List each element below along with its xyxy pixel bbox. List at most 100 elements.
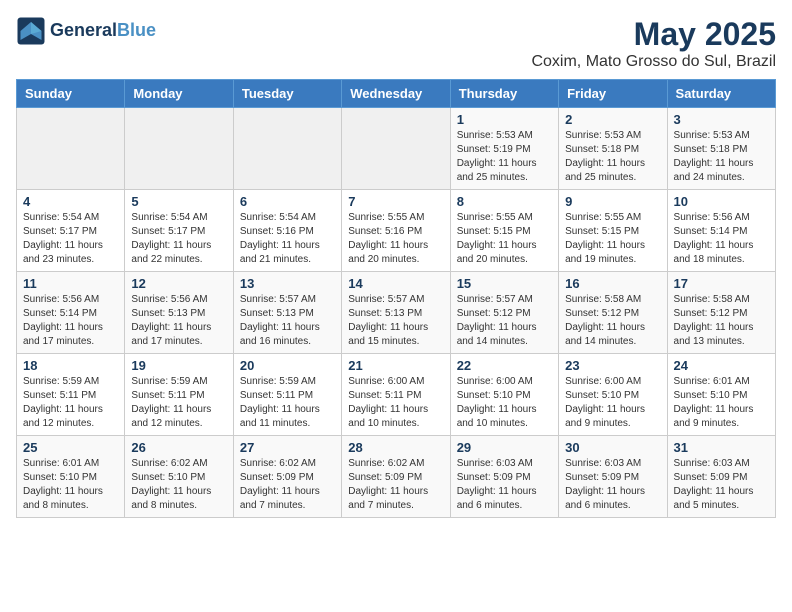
calendar-week-2: 4 Sunrise: 5:54 AMSunset: 5:17 PMDaylight… <box>17 190 776 272</box>
day-detail: Sunrise: 6:01 AMSunset: 5:10 PMDaylight:… <box>23 457 118 513</box>
calendar-cell: 8Sunrise: 5:55 AMSunset: 5:15 PMDaylight… <box>450 190 558 272</box>
day-detail: Sunrise: 5:55 AMSunset: 5:15 PMDaylight:… <box>457 211 552 267</box>
day-number: 10 <box>674 194 769 209</box>
calendar-cell: 3 Sunrise: 5:53 AMSunset: 5:18 PMDaylight… <box>667 108 775 190</box>
calendar-cell: 25 Sunrise: 6:01 AMSunset: 5:10 PMDayligh… <box>17 436 125 518</box>
calendar-cell: 22Sunrise: 6:00 AMSunset: 5:10 PMDayligh… <box>450 354 558 436</box>
calendar-cell: 5 Sunrise: 5:54 AMSunset: 5:17 PMDaylight… <box>125 190 233 272</box>
day-number: 15 <box>457 276 552 291</box>
calendar-cell: 10 Sunrise: 5:56 AMSunset: 5:14 PMDayligh… <box>667 190 775 272</box>
weekday-header-wednesday: Wednesday <box>342 80 450 108</box>
calendar-cell: 6 Sunrise: 5:54 AMSunset: 5:16 PMDaylight… <box>233 190 341 272</box>
calendar-cell: 31 Sunrise: 6:03 AMSunset: 5:09 PMDayligh… <box>667 436 775 518</box>
day-detail: Sunrise: 6:02 AMSunset: 5:09 PMDaylight:… <box>348 457 443 513</box>
weekday-header-monday: Monday <box>125 80 233 108</box>
weekday-row: SundayMondayTuesdayWednesdayThursdayFrid… <box>17 80 776 108</box>
day-number: 24 <box>674 358 769 373</box>
day-number: 27 <box>240 440 335 455</box>
calendar-header: SundayMondayTuesdayWednesdayThursdayFrid… <box>17 80 776 108</box>
calendar-cell: 29Sunrise: 6:03 AMSunset: 5:09 PMDayligh… <box>450 436 558 518</box>
day-number: 30 <box>565 440 660 455</box>
weekday-header-sunday: Sunday <box>17 80 125 108</box>
day-number: 19 <box>131 358 226 373</box>
weekday-header-friday: Friday <box>559 80 667 108</box>
day-number: 3 <box>674 112 769 127</box>
day-number: 18 <box>23 358 118 373</box>
day-number: 25 <box>23 440 118 455</box>
calendar-cell: 7 Sunrise: 5:55 AMSunset: 5:16 PMDaylight… <box>342 190 450 272</box>
day-number: 26 <box>131 440 226 455</box>
day-number: 7 <box>348 194 443 209</box>
day-detail: Sunrise: 5:53 AMSunset: 5:19 PMDaylight:… <box>457 129 552 185</box>
day-detail: Sunrise: 5:56 AMSunset: 5:14 PMDaylight:… <box>23 293 118 349</box>
weekday-header-saturday: Saturday <box>667 80 775 108</box>
day-detail: Sunrise: 6:03 AMSunset: 5:09 PMDaylight:… <box>565 457 660 513</box>
calendar-cell: 9 Sunrise: 5:55 AMSunset: 5:15 PMDaylight… <box>559 190 667 272</box>
calendar-cell: 24 Sunrise: 6:01 AMSunset: 5:10 PMDayligh… <box>667 354 775 436</box>
calendar-cell: 12 Sunrise: 5:56 AMSunset: 5:13 PMDayligh… <box>125 272 233 354</box>
logo: GeneralBlue <box>16 16 156 46</box>
calendar-cell: 19 Sunrise: 5:59 AMSunset: 5:11 PMDayligh… <box>125 354 233 436</box>
day-detail: Sunrise: 6:00 AMSunset: 5:11 PMDaylight:… <box>348 375 443 431</box>
logo-text: GeneralBlue <box>50 21 156 41</box>
day-detail: Sunrise: 5:53 AMSunset: 5:18 PMDaylight:… <box>674 129 769 185</box>
day-detail: Sunrise: 5:57 AMSunset: 5:13 PMDaylight:… <box>348 293 443 349</box>
day-detail: Sunrise: 5:56 AMSunset: 5:13 PMDaylight:… <box>131 293 226 349</box>
day-detail: Sunrise: 5:57 AMSunset: 5:13 PMDaylight:… <box>240 293 335 349</box>
day-detail: Sunrise: 5:54 AMSunset: 5:16 PMDaylight:… <box>240 211 335 267</box>
day-number: 11 <box>23 276 118 291</box>
day-number: 20 <box>240 358 335 373</box>
day-detail: Sunrise: 5:59 AMSunset: 5:11 PMDaylight:… <box>240 375 335 431</box>
day-detail: Sunrise: 5:59 AMSunset: 5:11 PMDaylight:… <box>131 375 226 431</box>
page-header: GeneralBlue May 2025 Coxim, Mato Grosso … <box>16 16 776 71</box>
day-number: 31 <box>674 440 769 455</box>
day-detail: Sunrise: 6:03 AMSunset: 5:09 PMDaylight:… <box>457 457 552 513</box>
calendar-cell: 4Sunrise: 5:54 AMSunset: 5:17 PMDaylight… <box>17 190 125 272</box>
calendar-cell: 21 Sunrise: 6:00 AMSunset: 5:11 PMDayligh… <box>342 354 450 436</box>
calendar-cell: 27 Sunrise: 6:02 AMSunset: 5:09 PMDayligh… <box>233 436 341 518</box>
day-detail: Sunrise: 6:00 AMSunset: 5:10 PMDaylight:… <box>565 375 660 431</box>
day-number: 9 <box>565 194 660 209</box>
day-number: 6 <box>240 194 335 209</box>
weekday-header-tuesday: Tuesday <box>233 80 341 108</box>
calendar-cell: 13 Sunrise: 5:57 AMSunset: 5:13 PMDayligh… <box>233 272 341 354</box>
day-number: 17 <box>674 276 769 291</box>
day-detail: Sunrise: 6:00 AMSunset: 5:10 PMDaylight:… <box>457 375 552 431</box>
day-detail: Sunrise: 5:58 AMSunset: 5:12 PMDaylight:… <box>674 293 769 349</box>
day-detail: Sunrise: 5:53 AMSunset: 5:18 PMDaylight:… <box>565 129 660 185</box>
day-number: 21 <box>348 358 443 373</box>
calendar-cell: 16Sunrise: 5:58 AMSunset: 5:12 PMDayligh… <box>559 272 667 354</box>
day-number: 23 <box>565 358 660 373</box>
day-detail: Sunrise: 5:55 AMSunset: 5:15 PMDaylight:… <box>565 211 660 267</box>
title-block: May 2025 Coxim, Mato Grosso do Sul, Braz… <box>531 16 776 71</box>
calendar-cell: 28 Sunrise: 6:02 AMSunset: 5:09 PMDayligh… <box>342 436 450 518</box>
calendar-week-5: 25 Sunrise: 6:01 AMSunset: 5:10 PMDayligh… <box>17 436 776 518</box>
day-number: 13 <box>240 276 335 291</box>
month-title: May 2025 <box>531 16 776 53</box>
calendar-cell: 23 Sunrise: 6:00 AMSunset: 5:10 PMDayligh… <box>559 354 667 436</box>
day-number: 2 <box>565 112 660 127</box>
day-detail: Sunrise: 5:57 AMSunset: 5:12 PMDaylight:… <box>457 293 552 349</box>
day-detail: Sunrise: 6:01 AMSunset: 5:10 PMDaylight:… <box>674 375 769 431</box>
day-detail: Sunrise: 5:54 AMSunset: 5:17 PMDaylight:… <box>131 211 226 267</box>
logo-icon <box>16 16 46 46</box>
calendar-week-1: 1Sunrise: 5:53 AMSunset: 5:19 PMDaylight… <box>17 108 776 190</box>
calendar-cell: 15 Sunrise: 5:57 AMSunset: 5:12 PMDayligh… <box>450 272 558 354</box>
day-number: 14 <box>348 276 443 291</box>
day-number: 5 <box>131 194 226 209</box>
calendar-cell: 30 Sunrise: 6:03 AMSunset: 5:09 PMDayligh… <box>559 436 667 518</box>
calendar-table: SundayMondayTuesdayWednesdayThursdayFrid… <box>16 79 776 518</box>
day-number: 4 <box>23 194 118 209</box>
day-detail: Sunrise: 6:02 AMSunset: 5:10 PMDaylight:… <box>131 457 226 513</box>
calendar-cell: 18Sunrise: 5:59 AMSunset: 5:11 PMDayligh… <box>17 354 125 436</box>
day-detail: Sunrise: 5:58 AMSunset: 5:12 PMDaylight:… <box>565 293 660 349</box>
calendar-week-4: 18 Sunrise: 5:59 AMSunset: 5:11 PMDayligh… <box>17 354 776 436</box>
calendar-cell: 17 Sunrise: 5:58 AMSunset: 5:12 PMDayligh… <box>667 272 775 354</box>
day-detail: Sunrise: 5:55 AMSunset: 5:16 PMDaylight:… <box>348 211 443 267</box>
day-number: 28 <box>348 440 443 455</box>
day-detail: Sunrise: 6:03 AMSunset: 5:09 PMDaylight:… <box>674 457 769 513</box>
location-title: Coxim, Mato Grosso do Sul, Brazil <box>531 53 776 71</box>
day-detail: Sunrise: 5:56 AMSunset: 5:14 PMDaylight:… <box>674 211 769 267</box>
day-number: 12 <box>131 276 226 291</box>
day-detail: Sunrise: 6:02 AMSunset: 5:09 PMDaylight:… <box>240 457 335 513</box>
